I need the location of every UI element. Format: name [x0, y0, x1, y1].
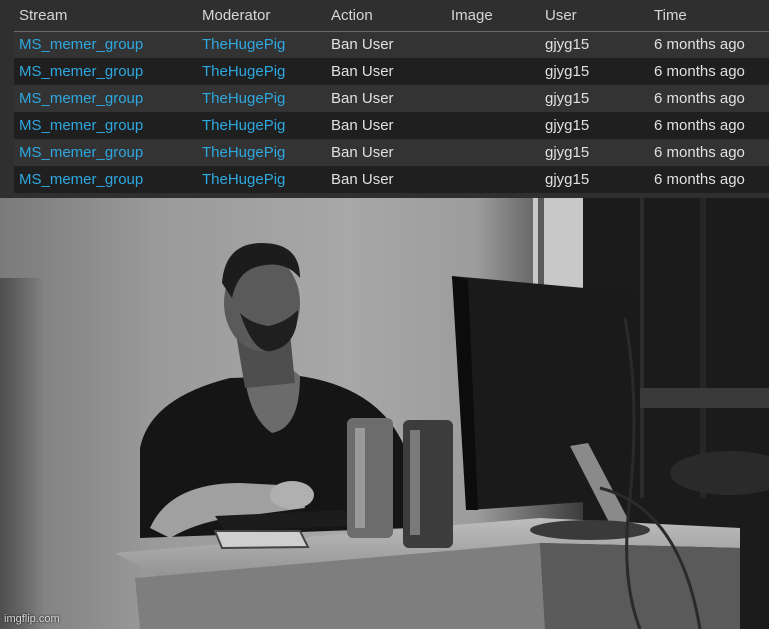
moderator-link[interactable]: TheHugePig [202, 171, 285, 188]
time-cell: 6 months ago [654, 117, 745, 134]
action-cell: Ban User [331, 144, 394, 161]
table-row: MS_memer_group TheHugePig Ban User gjyg15 6 … [14, 58, 769, 85]
moderation-log-table: Stream Moderator Action Image User Time … [14, 0, 769, 193]
user-cell: gjyg15 [540, 166, 649, 193]
stream-cell: MS_memer_group [14, 31, 197, 58]
stream-cell: MS_memer_group [14, 85, 197, 112]
moderator-cell: TheHugePig [197, 112, 326, 139]
stream-link[interactable]: MS_memer_group [19, 144, 143, 161]
stream-cell: MS_memer_group [14, 139, 197, 166]
user-cell: gjyg15 [545, 117, 590, 134]
action-cell: Ban User [326, 85, 446, 112]
moderator-cell: TheHugePig [197, 166, 326, 193]
stream-cell: MS_memer_group [14, 58, 197, 85]
phone [213, 530, 310, 550]
stream-link[interactable]: MS_memer_group [19, 63, 143, 80]
image-cell [446, 85, 540, 112]
action-cell: Ban User [331, 63, 394, 80]
moderator-link[interactable]: TheHugePig [202, 36, 285, 53]
monitor-back [452, 276, 640, 510]
moderator-cell: TheHugePig [197, 85, 326, 112]
user-cell: gjyg15 [540, 139, 649, 166]
stream-link[interactable]: MS_memer_group [19, 36, 143, 53]
time-cell: 6 months ago [654, 171, 745, 188]
moderator-link[interactable]: TheHugePig [202, 117, 285, 134]
can-highlight [355, 428, 365, 528]
user-cell: gjyg15 [540, 31, 649, 58]
moderator-link[interactable]: TheHugePig [202, 144, 285, 161]
column-header-image[interactable]: Image [446, 0, 540, 32]
meme-photo: imgflip.com [0, 198, 769, 629]
action-cell: Ban User [331, 117, 394, 134]
time-cell: 6 months ago [649, 166, 769, 193]
user-cell: gjyg15 [545, 90, 590, 107]
window-mullion [538, 198, 544, 298]
image-cell [446, 112, 540, 139]
time-cell: 6 months ago [654, 36, 745, 54]
column-header-moderator[interactable]: Moderator [197, 0, 326, 32]
moderator-link[interactable]: TheHugePig [202, 63, 285, 80]
photo-scene [0, 198, 769, 629]
table-row: MS_memer_group TheHugePig Ban User gjyg15 6 … [14, 31, 769, 58]
image-cell [446, 166, 540, 193]
user-cell: gjyg15 [545, 144, 590, 161]
column-header-stream[interactable]: Stream [14, 0, 197, 32]
action-cell: Ban User [326, 58, 446, 85]
moderator-cell: TheHugePig [197, 58, 326, 85]
monitor-base [530, 520, 650, 540]
time-cell: 6 months ago [654, 144, 745, 161]
column-header-time[interactable]: Time [649, 0, 769, 32]
moderator-link[interactable]: TheHugePig [202, 90, 285, 107]
stream-link[interactable]: MS_memer_group [19, 171, 143, 188]
action-cell: Ban User [331, 36, 394, 54]
image-cell [446, 31, 540, 58]
moderation-log-panel: Stream Moderator Action Image User Time … [0, 0, 769, 198]
user-cell: gjyg15 [540, 112, 649, 139]
user-cell: gjyg15 [545, 171, 590, 188]
user-cell: gjyg15 [545, 63, 590, 80]
user-cell: gjyg15 [545, 36, 590, 54]
image-cell [446, 58, 540, 85]
column-header-user[interactable]: User [540, 0, 649, 32]
imgflip-watermark: imgflip.com [4, 613, 60, 625]
user-cell: gjyg15 [540, 85, 649, 112]
curtain-fold [640, 198, 644, 498]
time-cell: 6 months ago [649, 85, 769, 112]
time-cell: 6 months ago [654, 63, 745, 80]
moderator-cell: TheHugePig [197, 139, 326, 166]
table-row: MS_memer_group TheHugePig Ban User gjyg15 6 … [14, 139, 769, 166]
time-cell: 6 months ago [649, 31, 769, 58]
action-cell: Ban User [326, 166, 446, 193]
stream-link[interactable]: MS_memer_group [19, 117, 143, 134]
time-cell: 6 months ago [649, 112, 769, 139]
moderator-cell: TheHugePig [197, 31, 326, 58]
action-cell: Ban User [331, 90, 394, 107]
user-cell: gjyg15 [540, 58, 649, 85]
action-cell: Ban User [331, 171, 394, 188]
table-row: MS_memer_group TheHugePig Ban User gjyg15 6 … [14, 112, 769, 139]
action-cell: Ban User [326, 139, 446, 166]
table-header-row: Stream Moderator Action Image User Time [14, 0, 769, 32]
column-header-action[interactable]: Action [326, 0, 446, 32]
table-row: MS_memer_group TheHugePig Ban User gjyg15 6 … [14, 85, 769, 112]
stream-cell: MS_memer_group [14, 112, 197, 139]
can-left [347, 418, 393, 538]
can-highlight [410, 430, 420, 535]
desk-side [540, 543, 740, 629]
table-row: MS_memer_group TheHugePig Ban User gjyg15 6 … [14, 166, 769, 193]
man-hand [270, 481, 314, 509]
time-cell: 6 months ago [649, 58, 769, 85]
action-cell: Ban User [326, 31, 446, 58]
time-cell: 6 months ago [649, 139, 769, 166]
time-cell: 6 months ago [654, 90, 745, 107]
image-cell [446, 139, 540, 166]
action-cell: Ban User [326, 112, 446, 139]
stream-link[interactable]: MS_memer_group [19, 90, 143, 107]
stream-cell: MS_memer_group [14, 166, 197, 193]
